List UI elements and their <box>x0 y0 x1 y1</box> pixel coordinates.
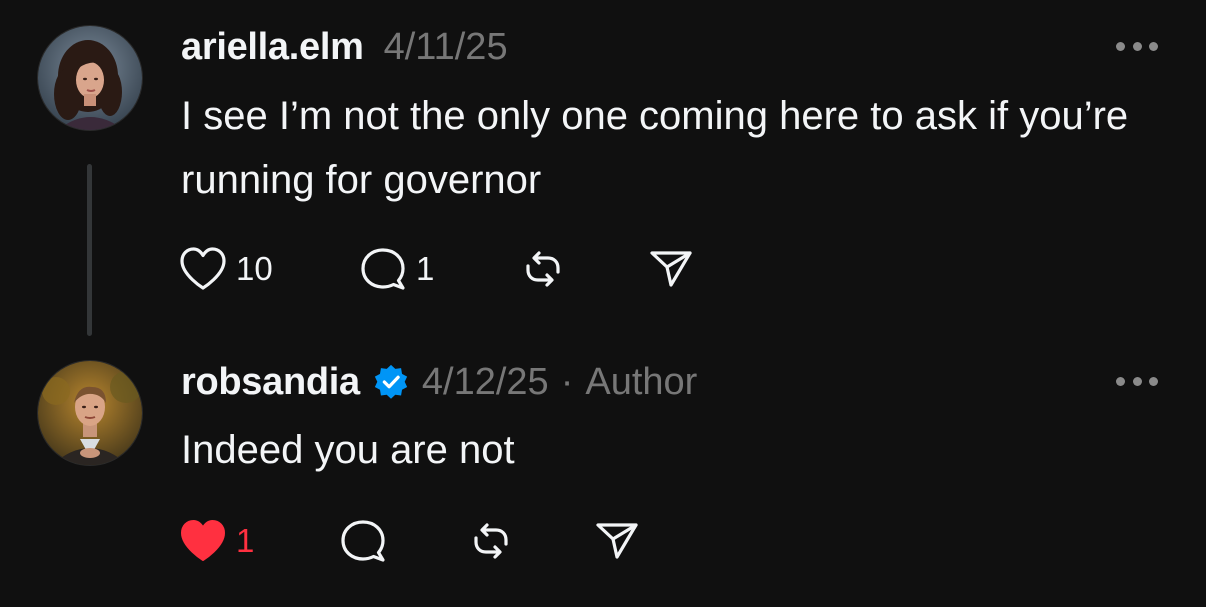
share-button[interactable] <box>646 245 696 293</box>
post-header: ariella.elm 4/11/25 <box>181 22 508 72</box>
like-count: 1 <box>236 522 255 559</box>
comment-icon <box>341 520 385 562</box>
reply-button[interactable]: 1 <box>358 245 518 293</box>
like-button[interactable]: 10 <box>178 246 358 292</box>
avatar[interactable] <box>38 26 142 130</box>
repost-button[interactable] <box>518 245 646 293</box>
share-icon <box>596 523 638 559</box>
post-text: I see I’m not the only one coming here t… <box>181 94 1129 202</box>
avatar-image <box>38 26 142 130</box>
avatar[interactable] <box>38 361 142 465</box>
heart-filled-icon <box>181 520 225 561</box>
thread-line <box>87 164 92 336</box>
reply-count: 1 <box>416 250 435 287</box>
author-label: Author <box>585 360 698 403</box>
action-bar: 1 <box>178 516 642 566</box>
share-icon <box>650 251 692 287</box>
action-bar: 10 1 <box>178 244 696 294</box>
avatar-image <box>38 361 142 465</box>
post-header: robsandia 4/12/25 · Author <box>181 357 697 407</box>
like-button[interactable]: 1 <box>178 518 338 564</box>
post-text: Indeed you are not <box>181 428 515 472</box>
post-date[interactable]: 4/12/25 <box>422 361 549 404</box>
comment-icon <box>361 248 405 290</box>
repost-icon <box>526 251 560 287</box>
post-date[interactable]: 4/11/25 <box>384 26 508 69</box>
username[interactable]: ariella.elm <box>181 26 364 69</box>
verified-badge-icon <box>372 363 410 401</box>
separator-dot: · <box>560 360 574 403</box>
heart-icon <box>180 247 226 290</box>
share-button[interactable] <box>592 517 642 565</box>
more-icon[interactable] <box>1116 375 1158 387</box>
repost-icon <box>474 523 508 559</box>
like-count: 10 <box>236 250 273 287</box>
reply-post: robsandia 4/12/25 · Author Indeed you ar… <box>0 340 1206 607</box>
comment-post: ariella.elm 4/11/25 I see I’m not the on… <box>0 0 1206 340</box>
more-icon[interactable] <box>1116 40 1158 52</box>
reply-button[interactable] <box>338 517 466 565</box>
username[interactable]: robsandia <box>181 361 360 404</box>
repost-button[interactable] <box>466 517 592 565</box>
